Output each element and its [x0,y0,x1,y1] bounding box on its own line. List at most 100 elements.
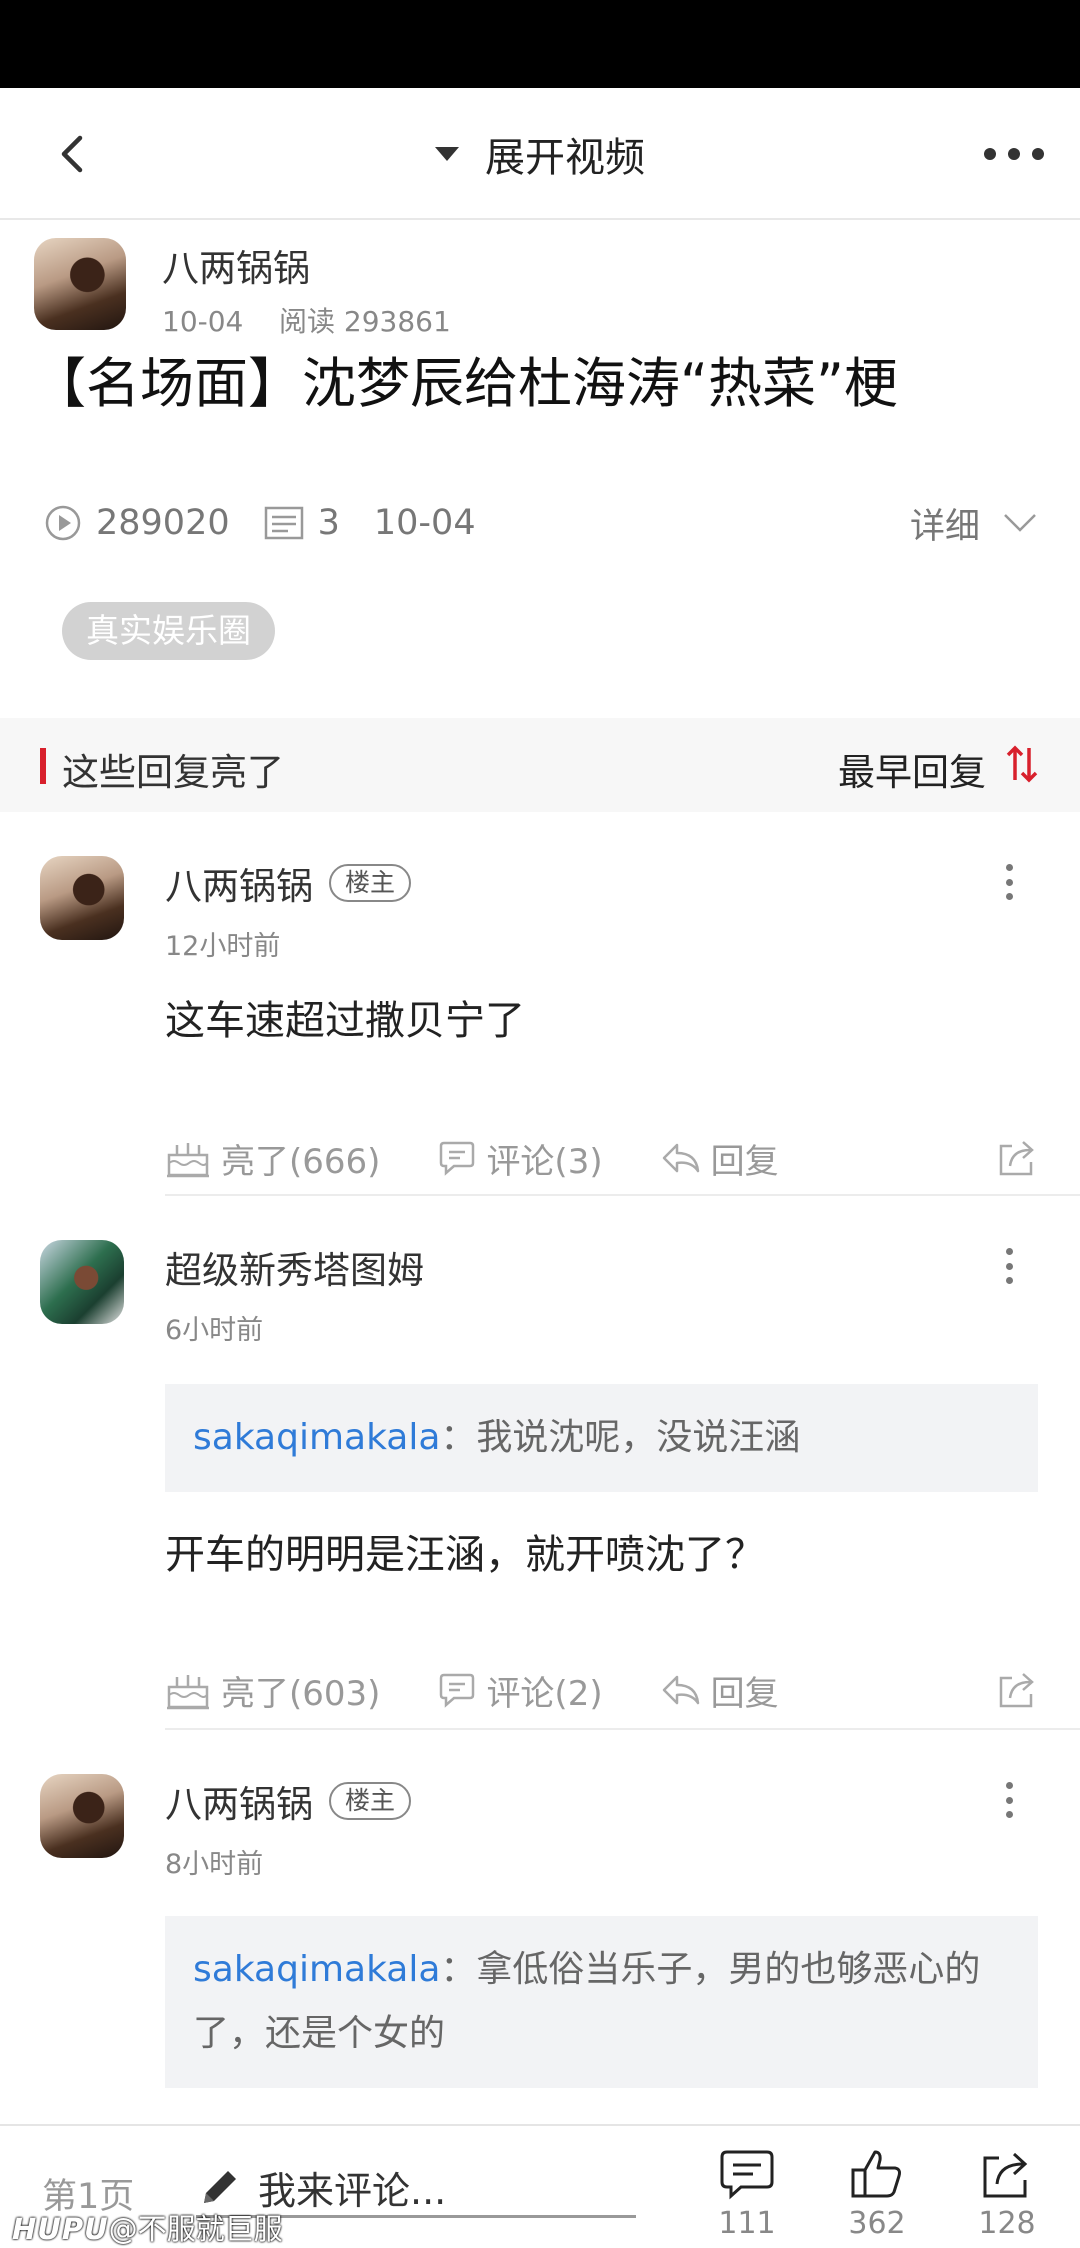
comment-button[interactable]: 评论(2) [438,1666,603,1715]
reply-author[interactable]: 八两锅锅 [165,856,313,910]
author-avatar[interactable] [34,238,126,330]
more-dot-icon [1008,148,1020,160]
quoted-reply[interactable]: sakaqimakala：拿低俗当乐子，男的也够恶心的 了，还是个女的 [165,1916,1038,2088]
more-dot-icon [1006,1782,1013,1789]
share-icon [983,2152,1028,2198]
reply-author[interactable]: 超级新秀塔图姆 [165,1240,424,1294]
highlighted-replies-header: 这些回复亮了 最早回复 [0,718,1080,812]
comments-count: 111 [718,2206,776,2241]
comment-bubble-icon [440,1673,475,1708]
expand-video-label: 展开视频 [485,135,645,181]
reply-text: 这车速超过撒贝宁了 [165,998,525,1044]
reply-label: 回复 [710,1673,779,1714]
like-button[interactable]: 362 [842,2148,912,2241]
comment-bubble-icon [440,1141,475,1176]
reply-avatar[interactable] [40,1774,124,1858]
reply-avatar[interactable] [40,856,124,940]
reply-actions: 亮了(666) 评论(3) 回复 [165,1130,1038,1186]
more-dot-icon [1006,893,1013,900]
reply-author-row: 八两锅锅 楼主 [165,1774,412,1828]
reply-author-row: 八两锅锅 楼主 [165,856,412,910]
more-dot-icon [1006,1248,1013,1255]
pencil-icon [204,2170,236,2203]
reply-actions: 亮了(603) 评论(2) 回复 [165,1662,1038,1718]
chevron-down-icon [1004,514,1036,532]
more-dot-icon [1032,148,1044,160]
quoted-text: ：我说沈呢，没说汪涵 [440,1417,801,1458]
comment-count: 3 [264,503,340,543]
sort-button[interactable]: 最早回复 [838,742,986,796]
reply-arrow-icon [662,1675,699,1705]
reply-author[interactable]: 八两锅锅 [165,1774,313,1828]
quoted-text-line: 了，还是个女的 [193,2013,446,2054]
list-icon [264,506,303,540]
author-name[interactable]: 八两锅锅 [162,238,310,292]
light-count: 亮了(666) [221,1141,381,1182]
comments-button[interactable]: 111 [712,2148,782,2241]
more-dot-icon [1006,878,1013,886]
light-count: 亮了(603) [221,1673,381,1714]
light-button[interactable]: 亮了(666) [165,1134,380,1183]
detail-toggle[interactable]: 详细 [910,498,1038,548]
status-bar [0,0,1080,88]
reply-more-button[interactable] [1006,864,1014,900]
post-title: 【名场面】沈梦辰给杜海涛“热菜”梗 [32,352,898,415]
watermark-brand: HUPU [12,2212,109,2246]
reply-avatar[interactable] [40,1240,124,1324]
comment-count: 评论(3) [486,1141,603,1182]
reply-item: 八两锅锅 楼主 8小时前 sakaqimakala：拿低俗当乐子，男的也够恶心的… [0,1730,1080,2124]
quoted-reply[interactable]: sakaqimakala：我说沈呢，没说汪涵 [165,1384,1038,1492]
section-accent-bar [40,748,46,784]
cake-light-icon [167,1675,209,1710]
more-dot-icon [1006,1277,1013,1284]
reply-button[interactable]: 回复 [661,1666,779,1715]
reply-button[interactable]: 回复 [661,1134,779,1183]
sort-icon[interactable] [1004,744,1040,784]
watermark-handle: @不服就巨服 [108,2212,283,2246]
shares-count: 128 [978,2206,1036,2241]
detail-label: 详细 [909,506,980,547]
reply-text: 开车的明明是汪涵，就开喷沈了？ [165,1532,765,1578]
post-views: 阅读 293861 [278,305,451,338]
reply-time: 6小时前 [165,1315,264,1346]
cake-light-icon [167,1143,209,1178]
share-icon[interactable] [996,1668,1038,1710]
quoted-text-line: ：拿低俗当乐子，男的也够恶心的 [440,1949,981,1990]
quoted-username[interactable]: sakaqimakala [193,1949,440,1990]
share-icon[interactable] [996,1136,1038,1178]
likes-count: 362 [848,2206,906,2241]
quoted-username[interactable]: sakaqimakala [193,1417,440,1458]
reply-label: 回复 [710,1141,779,1182]
reply-arrow-icon [662,1143,699,1173]
comment-count: 评论(2) [486,1673,603,1714]
reply-item: 超级新秀塔图姆 6小时前 sakaqimakala：我说沈呢，没说汪涵 开车的明… [0,1196,1080,1730]
more-dot-icon [1006,864,1013,871]
post-stats: 289020 3 10-04 [44,498,510,548]
reply-time: 8小时前 [165,1849,264,1880]
top-nav-bar: 展开视频 [0,88,1080,220]
more-dot-icon [1006,1262,1013,1270]
expand-video-toggle[interactable]: 展开视频 [0,88,1080,220]
op-badge: 楼主 [329,1782,412,1820]
comment-placeholder: 我来评论... [258,2169,447,2213]
play-count: 289020 [44,503,230,543]
op-badge: 楼主 [329,864,412,902]
play-icon [45,505,81,541]
thumbs-up-icon [851,2150,901,2198]
share-button[interactable]: 128 [972,2148,1042,2241]
more-dot-icon [984,148,996,160]
more-options-button[interactable] [984,140,1044,168]
post-meta: 10-04 阅读 293861 [162,300,451,340]
reply-more-button[interactable] [1006,1248,1014,1284]
topic-tag[interactable]: 真实娱乐圈 [62,602,275,660]
stats-date: 10-04 [373,503,476,543]
reply-more-button[interactable] [1006,1782,1014,1818]
more-dot-icon [1006,1811,1013,1818]
reply-author-row: 超级新秀塔图姆 [165,1240,424,1294]
post-date: 10-04 [162,305,244,338]
more-dot-icon [1006,1796,1013,1804]
comment-bubble-icon [720,2150,774,2200]
comment-button[interactable]: 评论(3) [438,1134,603,1183]
light-button[interactable]: 亮了(603) [165,1666,380,1715]
watermark: HUPU@不服就巨服 [12,2206,283,2248]
